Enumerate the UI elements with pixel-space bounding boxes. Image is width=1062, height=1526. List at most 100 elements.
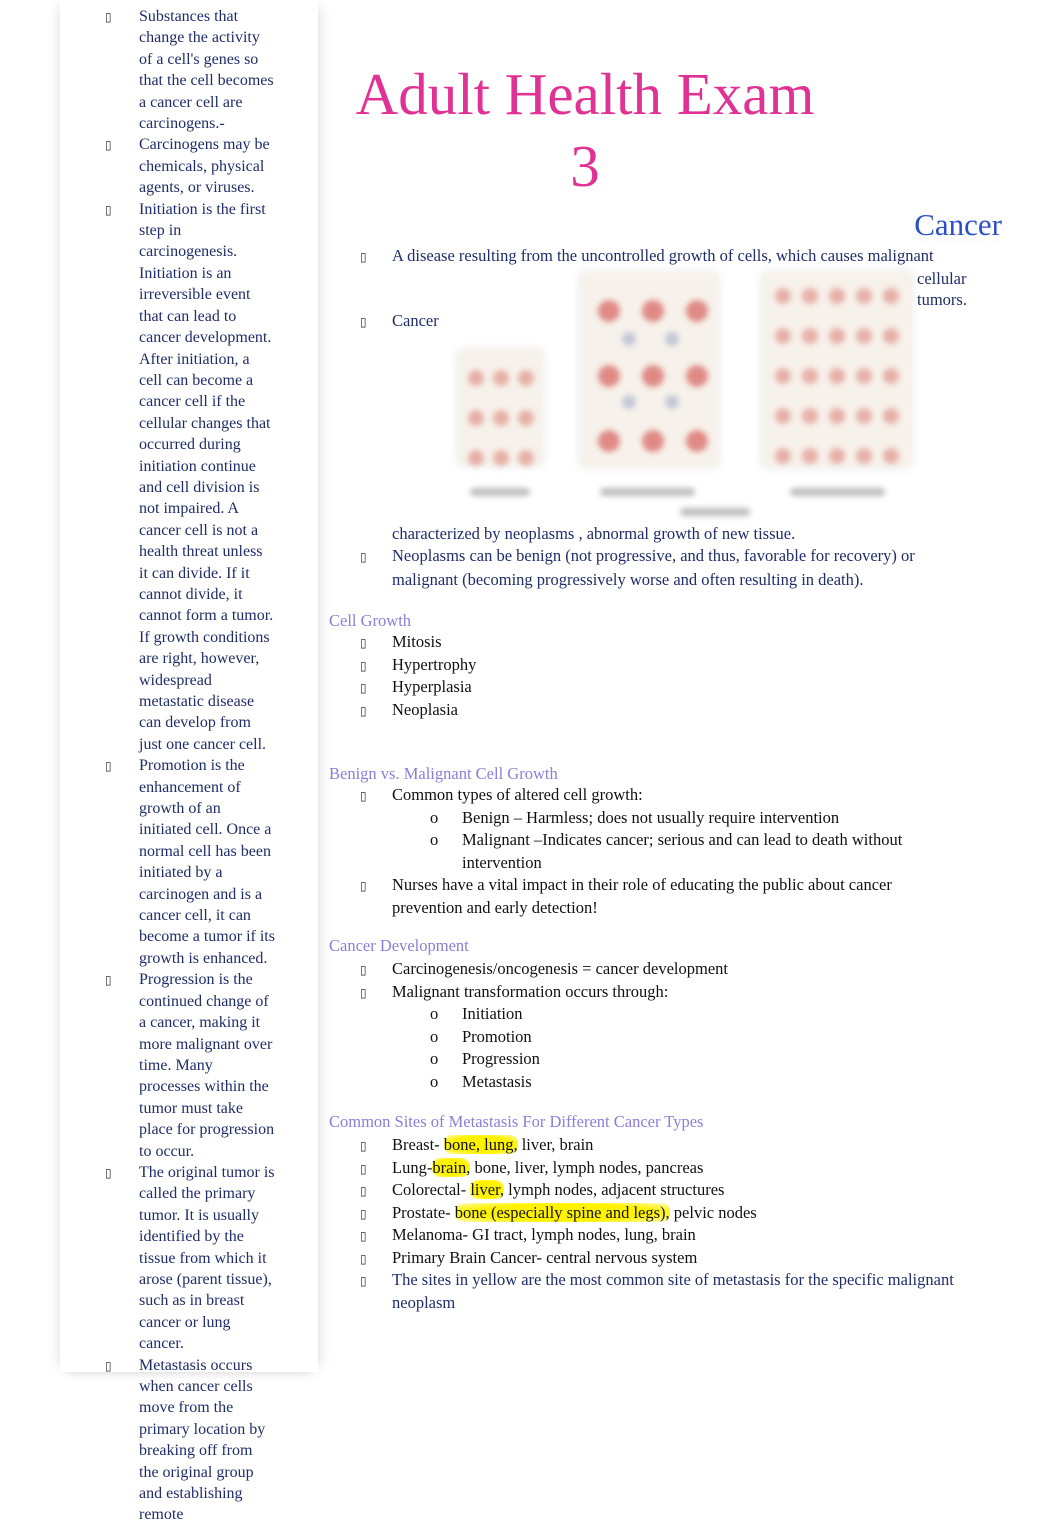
sidebar-term: Progression [139, 971, 215, 989]
sub-bullet-icon: o [430, 1026, 439, 1046]
cancer-type: Melanoma- GI tract, lymph nodes, lung, b… [392, 1225, 696, 1244]
figure-cell [665, 332, 679, 346]
bullet-icon: ▯ [360, 636, 367, 650]
bullet-icon: ▯ [360, 1139, 367, 1153]
cell-growth-item: ▯ Hyperplasia [360, 676, 476, 699]
bullet-icon: ▯ [105, 138, 112, 153]
figure-cell [802, 288, 818, 304]
figure-cell [598, 365, 620, 387]
cell-growth-item: ▯ Mitosis [360, 631, 476, 654]
bullet-icon: ▯ [360, 879, 367, 893]
bullet-icon: ▯ [105, 1358, 112, 1373]
figure-cell [598, 300, 620, 322]
figure-cell [642, 300, 664, 322]
bullet-icon: ▯ [360, 703, 367, 718]
sub-item-text: Metastasis [462, 1071, 532, 1091]
sidebar-item: ▯ Metastasis occurs when cancer cells mov… [105, 1355, 275, 1526]
definition-continuation: cellular tumors. [917, 269, 967, 309]
figure-cell [518, 370, 534, 386]
figure-cell [686, 300, 708, 322]
cancer-type: Primary Brain Cancer- central nervous sy… [392, 1247, 698, 1267]
neoplasm-text: Neoplasms can be benign (not progressive… [392, 546, 915, 589]
figure-cell [775, 368, 791, 384]
sidebar-term: Metastasis [139, 1356, 207, 1374]
figure-cell [598, 430, 620, 452]
bullet-icon: ▯ [105, 10, 112, 24]
definition-list: ▯ A disease resulting from the uncontroll… [360, 245, 1000, 268]
bullet-icon: ▯ [360, 1274, 367, 1288]
figure-cell [622, 332, 636, 346]
figure-cell [775, 288, 791, 304]
figure-cell [775, 328, 791, 344]
other-sites: bone, liver, lymph nodes, pancreas [470, 1157, 704, 1177]
cell-growth-item: ▯ Neoplasia [360, 699, 476, 722]
neoplasm-item: ▯ Neoplasms can be benign (not progressiv… [360, 544, 980, 592]
cancer-item-text: Cancer [392, 311, 439, 330]
highlighted-sites: bone, lung, [443, 1135, 518, 1154]
bullet-icon: ▯ [105, 759, 112, 774]
bullet-icon: ▯ [360, 250, 367, 264]
cancer-development-item: ▯ Malignant transformation occurs through… [360, 981, 960, 1094]
sub-bullet-icon: o [430, 807, 439, 827]
cancer-type: Breast- [392, 1135, 444, 1154]
cell-growth-illustration [450, 270, 912, 520]
other-sites: lymph nodes, adjacent structures [504, 1180, 725, 1199]
figure-caption-1 [470, 488, 530, 496]
sidebar-item-text: is the first step in carcinogenesis. Ini… [139, 200, 274, 753]
metastasis-row: ▯ Breast- bone, lung, liver, brain [360, 1134, 1000, 1157]
heading-cell-growth: Cell Growth [329, 611, 412, 630]
figure-cell [665, 395, 679, 409]
bullet-icon: ▯ [105, 1165, 112, 1180]
figure-cell [642, 365, 664, 387]
sub-bullet-icon: o [430, 1004, 439, 1023]
bullet-icon: ▯ [360, 550, 367, 564]
cell-growth-text: Hypertrophy [392, 654, 477, 674]
document-title: Adult Health Exam 3 [355, 61, 815, 199]
bullet-icon: ▯ [105, 973, 112, 988]
sub-bullet-icon: o [430, 1049, 439, 1068]
figure-cell [468, 370, 484, 386]
sidebar-item: ▯ Substances that change the activity of … [105, 6, 275, 134]
bullet-icon: ▯ [360, 789, 367, 803]
bullet-icon: ▯ [360, 681, 367, 695]
sidebar-item-text: is the continued change of a cancer, mak… [139, 971, 275, 1160]
altered-growth-sublist: o Benign – Harmless; does not usually req… [392, 807, 960, 875]
metastasis-row: ▯ Colorectal- liver, lymph nodes, adjacen… [360, 1179, 1000, 1202]
figure-cell [775, 408, 791, 424]
cancer-type: Colorectal- [392, 1180, 471, 1199]
figure-cell [775, 448, 791, 464]
neoplasm-list: ▯ Neoplasms can be benign (not progressiv… [360, 544, 980, 592]
heading-metastasis-sites: Common Sites of Metastasis For Different… [329, 1112, 704, 1131]
figure-cell [883, 368, 899, 384]
bullet-icon: ▯ [360, 985, 367, 1000]
sub-item: o Benign – Harmless; does not usually req… [430, 807, 960, 830]
cancer-list: ▯ Cancer [360, 310, 439, 333]
bullet-icon: ▯ [360, 1184, 367, 1198]
sidebar-term: Promotion [139, 757, 207, 775]
figure-cell [802, 448, 818, 464]
figure-cell [856, 288, 872, 304]
sidebar-list: ▯ Substances that change the activity of … [105, 6, 275, 1526]
figure-cell [829, 448, 845, 464]
metastasis-row: ▯ Prostate- bone (especially spine and le… [360, 1202, 1000, 1225]
sidebar-item-text: The original tumor is called the primary… [139, 1163, 275, 1353]
figure-cell [493, 450, 509, 466]
figure-cell [829, 328, 845, 344]
figure-cell [686, 365, 708, 387]
figure-cell [518, 410, 534, 426]
sidebar-textbox: ▯ Substances that change the activity of … [60, 0, 318, 1523]
sub-item: o Progression [430, 1048, 960, 1071]
sidebar-item-text: Substances that change the activity of a… [139, 8, 274, 133]
sub-item-text: Initiation [462, 1004, 523, 1023]
sidebar-item: ▯ Initiation is the first step in carcino… [105, 199, 275, 756]
figure-cell [883, 288, 899, 304]
sub-item-text: Promotion [462, 1026, 532, 1046]
highlighted-sites: liver, [470, 1180, 505, 1199]
sub-item: o Malignant –Indicates cancer; serious an… [430, 829, 960, 874]
cell-growth-item: ▯ Hypertrophy [360, 654, 476, 677]
other-sites: pelvic nodes [669, 1202, 757, 1222]
figure-cell [802, 368, 818, 384]
figure-cell [518, 450, 534, 466]
metastasis-row: ▯ Lung-brain, bone, liver, lymph nodes, p… [360, 1157, 1000, 1180]
figure-cell [493, 410, 509, 426]
